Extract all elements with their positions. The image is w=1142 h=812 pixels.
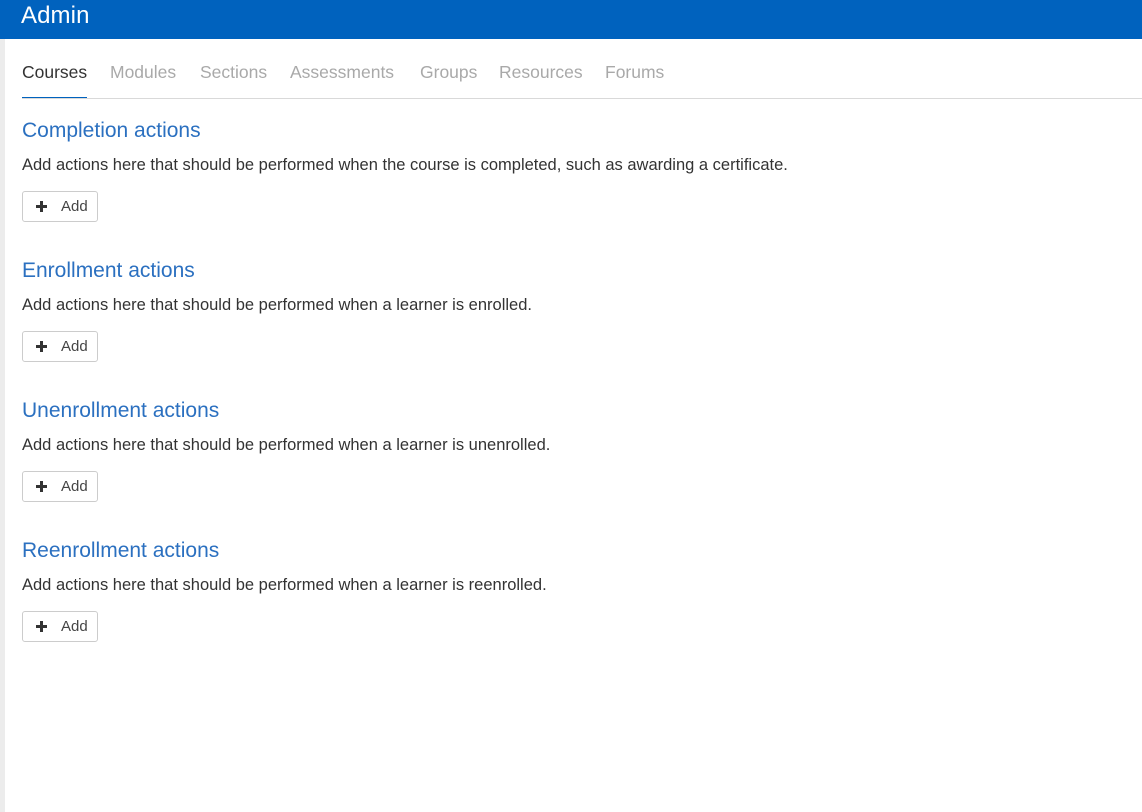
section-description: Add actions here that should be performe…	[22, 156, 788, 174]
section-title: Reenrollment actions	[22, 539, 220, 562]
add-button-label: Add	[61, 478, 88, 495]
tab-modules[interactable]: Modules	[110, 58, 176, 99]
unenrollment-actions-section: Unenrollment actions Add actions here th…	[22, 397, 550, 502]
add-button-label: Add	[61, 338, 88, 355]
add-reenrollment-action-button[interactable]: Add	[22, 611, 98, 642]
section-description: Add actions here that should be performe…	[22, 296, 532, 314]
plus-icon	[36, 201, 47, 212]
section-title: Enrollment actions	[22, 259, 195, 282]
add-button-label: Add	[61, 618, 88, 635]
app-title: Admin	[21, 2, 90, 29]
add-button-label: Add	[61, 198, 88, 215]
tab-groups[interactable]: Groups	[420, 58, 477, 99]
plus-icon	[36, 481, 47, 492]
app-header: Admin	[0, 0, 1142, 39]
plus-icon	[36, 621, 47, 632]
plus-icon	[36, 341, 47, 352]
tab-bar-divider	[22, 98, 1142, 99]
tab-bar: Courses Modules Sections Assessments Gro…	[22, 58, 1142, 99]
section-title: Unenrollment actions	[22, 399, 220, 422]
tab-resources[interactable]: Resources	[499, 58, 583, 99]
add-enrollment-action-button[interactable]: Add	[22, 331, 98, 362]
add-unenrollment-action-button[interactable]: Add	[22, 471, 98, 502]
admin-page: Admin Courses Modules Sections Assessmen…	[0, 0, 1142, 812]
section-title: Completion actions	[22, 119, 201, 142]
enrollment-actions-section: Enrollment actions Add actions here that…	[22, 257, 532, 362]
tab-sections[interactable]: Sections	[200, 58, 267, 99]
section-description: Add actions here that should be performe…	[22, 576, 547, 594]
left-edge-strip	[0, 0, 5, 812]
tab-courses[interactable]: Courses	[22, 58, 88, 99]
add-completion-action-button[interactable]: Add	[22, 191, 98, 222]
reenrollment-actions-section: Reenrollment actions Add actions here th…	[22, 537, 547, 642]
tab-forums[interactable]: Forums	[605, 58, 664, 99]
section-description: Add actions here that should be performe…	[22, 436, 551, 454]
tab-assessments[interactable]: Assessments	[290, 58, 394, 99]
completion-actions-section: Completion actions Add actions here that…	[22, 117, 788, 222]
